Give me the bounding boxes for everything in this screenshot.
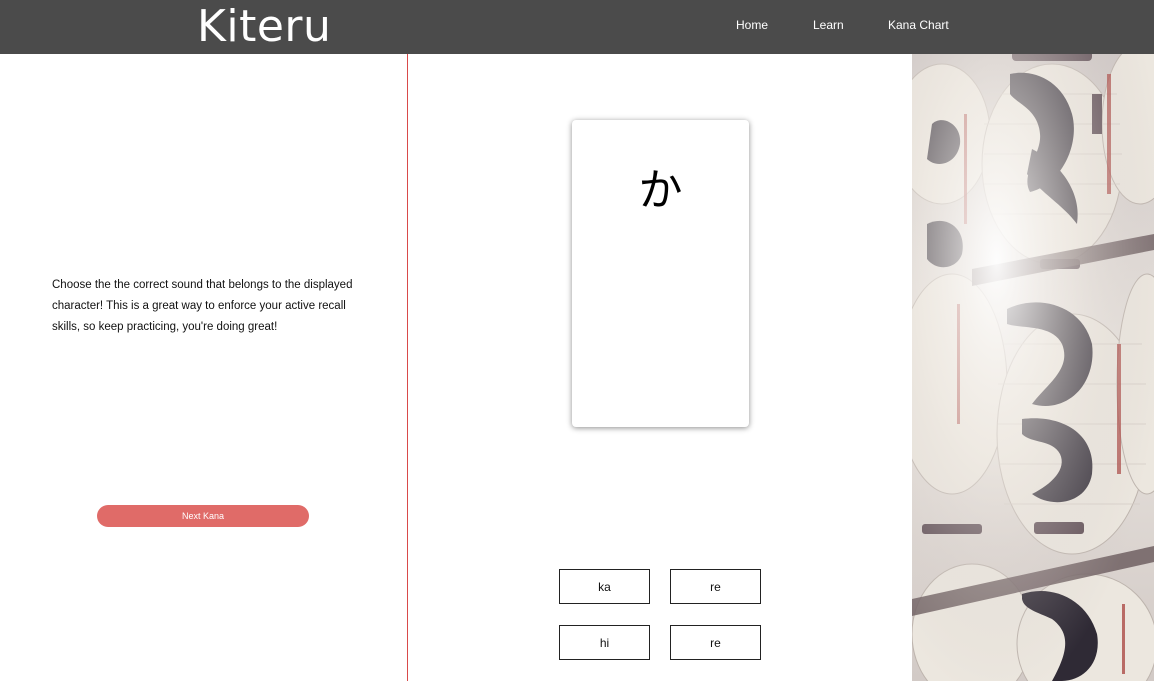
nav-link-kana-chart[interactable]: Kana Chart — [888, 18, 949, 32]
kana-character: か — [638, 165, 683, 216]
top-navbar: Kiteru Home Learn Kana Chart — [0, 0, 1154, 54]
kana-flashcard: か — [572, 120, 749, 427]
answer-option-1[interactable]: ka — [559, 569, 650, 604]
paper-lanterns-photo — [912, 54, 1154, 681]
instructions-text: Choose the the correct sound that belong… — [52, 279, 353, 333]
answer-option-3[interactable]: hi — [559, 625, 650, 660]
site-logo[interactable]: Kiteru — [197, 2, 331, 52]
nav-link-home[interactable]: Home — [736, 18, 768, 32]
nav-link-learn[interactable]: Learn — [813, 18, 844, 32]
panel-divider — [407, 54, 408, 681]
next-kana-button[interactable]: Next Kana — [97, 505, 309, 527]
answer-option-4[interactable]: re — [670, 625, 761, 660]
answer-option-2[interactable]: re — [670, 569, 761, 604]
instructions-panel: Choose the the correct sound that belong… — [0, 54, 407, 681]
